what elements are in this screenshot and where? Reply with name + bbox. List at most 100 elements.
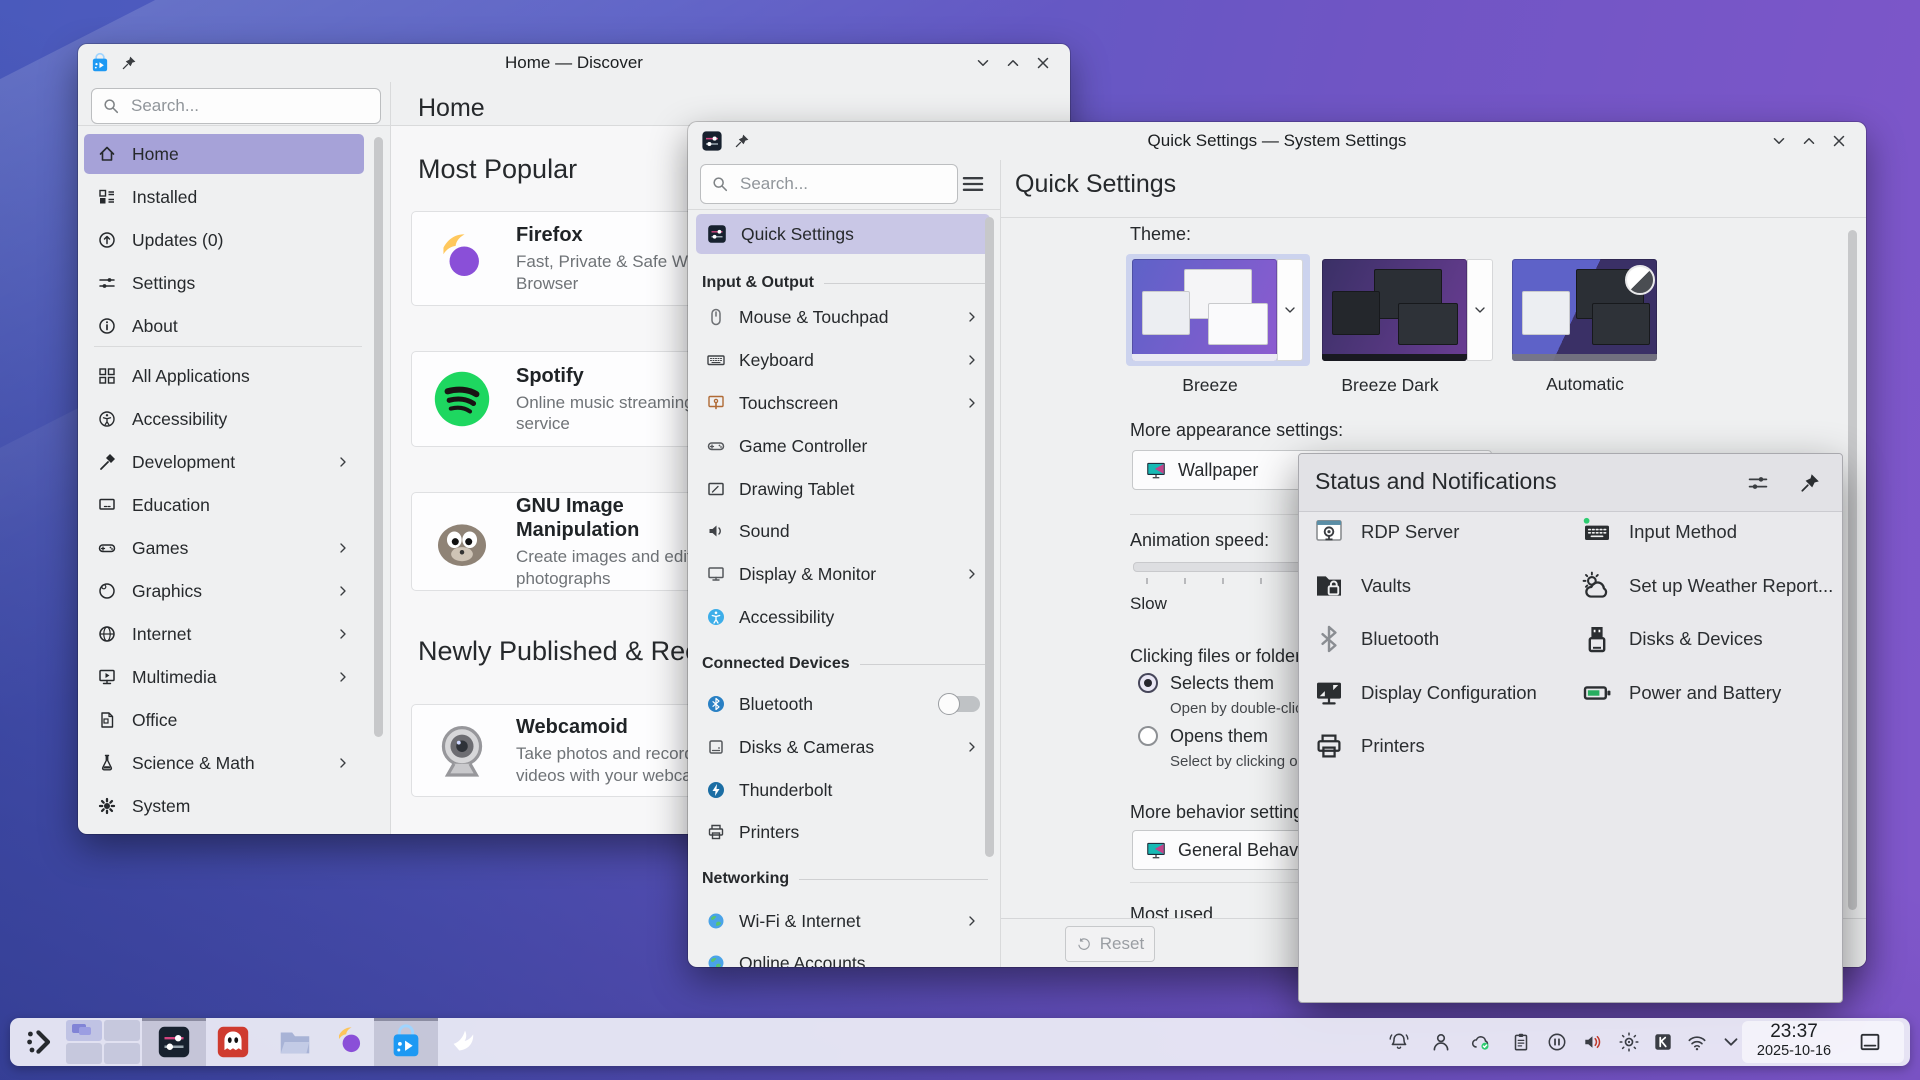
sidebar-item-online-accounts[interactable]: Online Accounts: [696, 943, 990, 967]
sidebar-item-office[interactable]: Office: [84, 700, 364, 740]
pager-desktop-3[interactable]: [66, 1043, 102, 1064]
settings-titlebar[interactable]: Quick Settings — System Settings: [688, 122, 1866, 160]
theme-name: Breeze: [1125, 375, 1295, 396]
sidebar-item-sound[interactable]: Sound: [696, 511, 990, 551]
configure-sliders-icon[interactable]: [1746, 471, 1770, 495]
dolphin-task-icon[interactable]: [276, 1023, 314, 1061]
sidebar-item-home[interactable]: Home: [84, 134, 364, 174]
application-launcher-icon[interactable]: [24, 1026, 56, 1058]
radio-label: Selects them: [1170, 673, 1274, 694]
popup-item-display-configuration[interactable]: Display Configuration: [1313, 677, 1537, 709]
sidebar-item-printers[interactable]: Printers: [696, 812, 990, 852]
sidebar-item-drawing-tablet[interactable]: Drawing Tablet: [696, 469, 990, 509]
maximize-icon[interactable]: [1004, 54, 1022, 72]
digital-clock[interactable]: 23:37 2025-10-16: [1746, 1021, 1842, 1059]
search-input[interactable]: [129, 95, 370, 117]
sidebar-item-mouse-touchpad[interactable]: Mouse & Touchpad: [696, 297, 990, 337]
pin-icon[interactable]: [1799, 472, 1821, 494]
virtual-desktop-pager[interactable]: [66, 1020, 140, 1064]
sidebar-item-graphics[interactable]: Graphics: [84, 571, 364, 611]
popup-item-disks-devices[interactable]: Disks & Devices: [1581, 623, 1763, 655]
popup-item-input-method[interactable]: Input Method: [1581, 516, 1737, 548]
media-pause-icon[interactable]: [1546, 1031, 1568, 1053]
discover-task-icon[interactable]: [387, 1023, 425, 1061]
popup-item-weather[interactable]: Set up Weather Report...: [1581, 570, 1833, 602]
radio-opens-them[interactable]: [1138, 726, 1158, 746]
minimize-icon[interactable]: [974, 54, 992, 72]
sidebar-item-game-controller[interactable]: Game Controller: [696, 426, 990, 466]
sidebar-item-education[interactable]: Education: [84, 485, 364, 525]
sidebar-item-touchscreen[interactable]: Touchscreen: [696, 383, 990, 423]
chevron-right-icon: [964, 739, 980, 755]
sidebar-item-bluetooth[interactable]: Bluetooth: [696, 684, 990, 724]
flask-icon: [97, 753, 117, 773]
theme-preview-breeze[interactable]: [1132, 259, 1277, 361]
sidebar-item-keyboard[interactable]: Keyboard: [696, 340, 990, 380]
discover-titlebar[interactable]: Home — Discover: [78, 44, 1070, 82]
maximize-icon[interactable]: [1800, 132, 1818, 150]
sidebar-item-multimedia[interactable]: Multimedia: [84, 657, 364, 697]
popup-item-vaults[interactable]: Vaults: [1313, 570, 1411, 602]
firefox-task-icon[interactable]: [331, 1023, 369, 1061]
sliders-icon: [97, 273, 117, 293]
reset-button[interactable]: Reset: [1065, 926, 1155, 962]
sidebar-item-games[interactable]: Games: [84, 528, 364, 568]
search-input[interactable]: [738, 173, 947, 195]
k-app-icon[interactable]: [1652, 1031, 1674, 1053]
pager-desktop-4[interactable]: [104, 1043, 140, 1064]
theme-breeze-dark-dropdown[interactable]: [1467, 259, 1493, 361]
radio-selects-them[interactable]: [1138, 673, 1158, 693]
popup-item-printers[interactable]: Printers: [1313, 730, 1425, 762]
system-settings-task-icon[interactable]: [155, 1023, 193, 1061]
clipboard-icon[interactable]: [1510, 1031, 1532, 1053]
show-desktop-icon[interactable]: [1858, 1030, 1882, 1054]
cloud-sync-icon[interactable]: [1470, 1031, 1492, 1053]
pager-desktop-1[interactable]: [66, 1020, 102, 1041]
wifi-icon[interactable]: [1686, 1031, 1708, 1053]
sidebar-item-settings[interactable]: Settings: [84, 263, 364, 303]
theme-preview-breeze-dark[interactable]: [1322, 259, 1467, 361]
sidebar-item-updates[interactable]: Updates (0): [84, 220, 364, 260]
sidebar-item-wifi-internet[interactable]: Wi-Fi & Internet: [696, 901, 990, 941]
notifications-bell-icon[interactable]: [1388, 1031, 1410, 1053]
sidebar-item-about[interactable]: About: [84, 306, 364, 346]
sidebar-scrollbar[interactable]: [374, 137, 383, 737]
pin-icon[interactable]: [734, 133, 750, 149]
webcam-icon: [430, 719, 494, 783]
gamepad-icon: [97, 538, 117, 558]
pin-icon[interactable]: [121, 55, 137, 71]
bluetooth-toggle[interactable]: [940, 696, 980, 712]
sidebar-item-all-applications[interactable]: All Applications: [84, 356, 364, 396]
popup-item-power-battery[interactable]: Power and Battery: [1581, 677, 1781, 709]
falkon-task-icon[interactable]: [446, 1023, 484, 1061]
sidebar-scrollbar[interactable]: [985, 217, 994, 857]
content-scrollbar[interactable]: [1848, 230, 1857, 910]
ghostwriter-task-icon[interactable]: [214, 1023, 252, 1061]
theme-breeze-dropdown[interactable]: [1277, 259, 1303, 361]
pager-desktop-2[interactable]: [104, 1020, 140, 1041]
sidebar-item-display-monitor[interactable]: Display & Monitor: [696, 554, 990, 594]
popup-item-bluetooth[interactable]: Bluetooth: [1313, 623, 1439, 655]
close-icon[interactable]: [1830, 132, 1848, 150]
hamburger-menu-icon[interactable]: [960, 171, 986, 197]
sidebar-item-installed[interactable]: Installed: [84, 177, 364, 217]
sidebar-item-quick-settings[interactable]: Quick Settings: [696, 214, 990, 254]
volume-icon[interactable]: [1582, 1031, 1604, 1053]
brightness-icon[interactable]: [1618, 1031, 1640, 1053]
sidebar-item-thunderbolt[interactable]: Thunderbolt: [696, 770, 990, 810]
minimize-icon[interactable]: [1770, 132, 1788, 150]
settings-search[interactable]: [700, 164, 958, 204]
sidebar-item-accessibility[interactable]: Accessibility: [696, 597, 990, 637]
discover-search[interactable]: [91, 88, 381, 124]
sidebar-item-science-math[interactable]: Science & Math: [84, 743, 364, 783]
popup-item-rdp-server[interactable]: RDP Server: [1313, 516, 1459, 548]
tray-expand-chevron-icon[interactable]: [1720, 1031, 1742, 1053]
theme-preview-automatic[interactable]: [1512, 259, 1657, 361]
user-icon[interactable]: [1430, 1031, 1452, 1053]
close-icon[interactable]: [1034, 54, 1052, 72]
sidebar-item-development[interactable]: Development: [84, 442, 364, 482]
sidebar-item-internet[interactable]: Internet: [84, 614, 364, 654]
sidebar-item-disks-cameras[interactable]: Disks & Cameras: [696, 727, 990, 767]
sidebar-item-system[interactable]: System: [84, 786, 364, 826]
sidebar-item-accessibility[interactable]: Accessibility: [84, 399, 364, 439]
